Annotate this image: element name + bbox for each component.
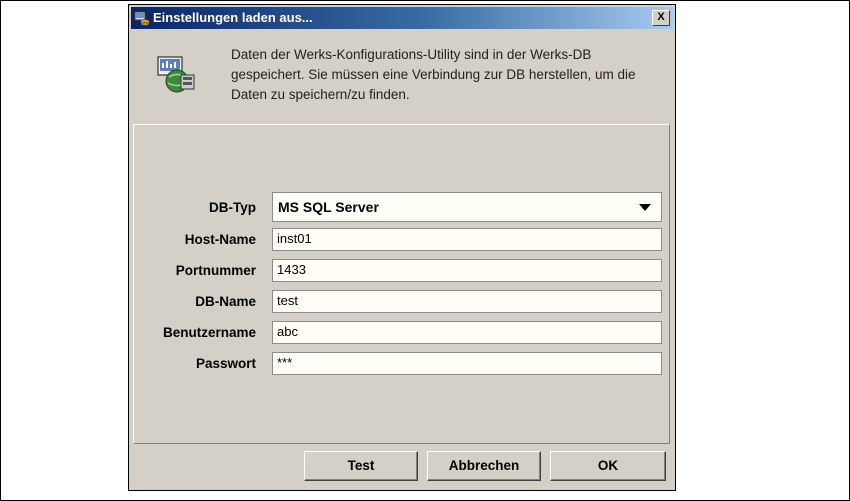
- test-button[interactable]: Test: [304, 451, 418, 481]
- info-message: Daten der Werks-Konfigurations-Utility s…: [231, 47, 636, 102]
- ok-button[interactable]: OK: [550, 451, 666, 481]
- port-number-label: Portnummer: [175, 263, 256, 278]
- password-field[interactable]: ***: [272, 352, 662, 375]
- host-name-label: Host-Name: [184, 232, 256, 247]
- port-number-field[interactable]: 1433: [272, 259, 662, 282]
- chevron-down-icon[interactable]: [639, 204, 651, 211]
- username-field[interactable]: abc: [272, 321, 662, 344]
- cancel-button[interactable]: Abbrechen: [427, 451, 541, 481]
- db-type-label: DB-Typ: [209, 200, 256, 215]
- dialog-title: Einstellungen laden aus...: [153, 10, 313, 25]
- dialog-window: Einstellungen laden aus... X Daten der W…: [128, 4, 676, 491]
- username-label: Benutzername: [162, 325, 256, 340]
- db-name-label: DB-Name: [195, 294, 256, 309]
- db-settings-icon: [134, 11, 150, 26]
- connection-form-panel: DB-Typ MS SQL Server Host-Name inst01 Po…: [133, 124, 670, 444]
- db-type-value: MS SQL Server: [278, 199, 379, 215]
- db-type-select[interactable]: MS SQL Server: [272, 192, 662, 222]
- host-name-field[interactable]: inst01: [272, 228, 662, 251]
- close-button[interactable]: X: [652, 10, 670, 26]
- title-bar[interactable]: Einstellungen laden aus... X: [131, 7, 673, 29]
- database-config-icon: [157, 56, 195, 93]
- db-name-field[interactable]: test: [272, 290, 662, 313]
- password-label: Passwort: [195, 356, 256, 371]
